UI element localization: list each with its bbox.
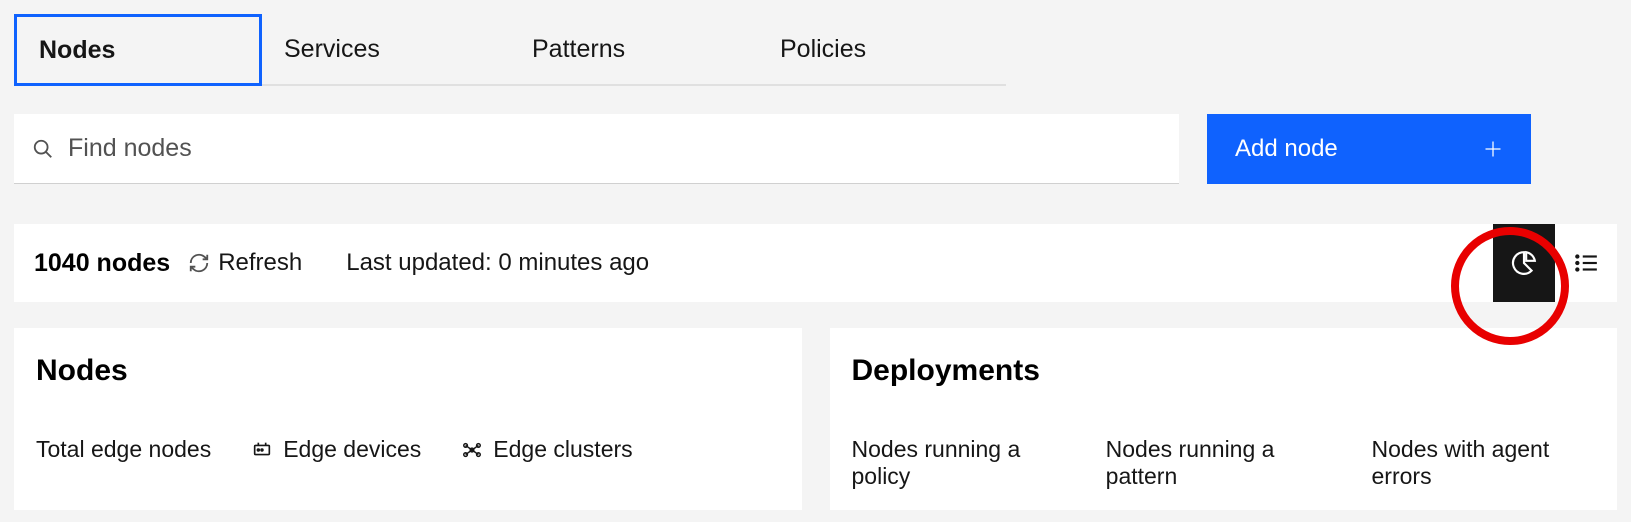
search-icon bbox=[32, 138, 54, 160]
card-nodes-title: Nodes bbox=[36, 354, 780, 388]
stat-label: Nodes running a pattern bbox=[1106, 436, 1332, 490]
cards-row: Nodes Total edge nodes Edge devices Edge… bbox=[14, 328, 1617, 510]
list-icon bbox=[1573, 250, 1599, 276]
stat-label: Edge devices bbox=[283, 436, 421, 463]
card-deployments-title: Deployments bbox=[852, 354, 1596, 388]
stat-total-edge-nodes: Total edge nodes bbox=[36, 436, 211, 463]
tabs-bar: Nodes Services Patterns Policies bbox=[0, 0, 1631, 86]
card-deployments-stats: Nodes running a policy Nodes running a p… bbox=[852, 436, 1596, 490]
stat-nodes-errors: Nodes with agent errors bbox=[1372, 436, 1595, 490]
stat-label: Edge clusters bbox=[493, 436, 632, 463]
stat-label: Nodes with agent errors bbox=[1372, 436, 1595, 490]
toolbar: 1040 nodes Refresh Last updated: 0 minut… bbox=[14, 224, 1617, 302]
view-toggle bbox=[1493, 224, 1617, 302]
stat-edge-devices: Edge devices bbox=[251, 436, 421, 463]
search-row: Add node bbox=[0, 86, 1631, 184]
cluster-icon bbox=[461, 439, 483, 461]
refresh-label: Refresh bbox=[218, 249, 302, 277]
stat-label: Total edge nodes bbox=[36, 436, 211, 463]
card-nodes: Nodes Total edge nodes Edge devices Edge… bbox=[14, 328, 802, 510]
pie-chart-icon bbox=[1511, 250, 1537, 276]
tab-services[interactable]: Services bbox=[262, 14, 510, 86]
stat-label: Nodes running a policy bbox=[852, 436, 1066, 490]
add-node-button[interactable]: Add node bbox=[1207, 114, 1531, 184]
refresh-button[interactable]: Refresh bbox=[188, 249, 302, 277]
refresh-icon bbox=[188, 252, 210, 274]
search-box[interactable] bbox=[14, 114, 1179, 184]
add-node-label: Add node bbox=[1235, 135, 1338, 163]
tab-policies[interactable]: Policies bbox=[758, 14, 1006, 86]
chart-view-button[interactable] bbox=[1493, 224, 1555, 302]
stat-nodes-policy: Nodes running a policy bbox=[852, 436, 1066, 490]
stat-nodes-pattern: Nodes running a pattern bbox=[1106, 436, 1332, 490]
card-nodes-stats: Total edge nodes Edge devices Edge clust… bbox=[36, 436, 780, 463]
list-view-button[interactable] bbox=[1555, 224, 1617, 302]
last-updated: Last updated: 0 minutes ago bbox=[346, 249, 649, 277]
card-deployments: Deployments Nodes running a policy Nodes… bbox=[830, 328, 1618, 510]
plus-icon bbox=[1483, 139, 1503, 159]
tab-patterns[interactable]: Patterns bbox=[510, 14, 758, 86]
tab-nodes[interactable]: Nodes bbox=[14, 14, 262, 86]
device-icon bbox=[251, 439, 273, 461]
search-input[interactable] bbox=[68, 134, 1161, 163]
stat-edge-clusters: Edge clusters bbox=[461, 436, 632, 463]
node-count: 1040 nodes bbox=[34, 249, 170, 278]
